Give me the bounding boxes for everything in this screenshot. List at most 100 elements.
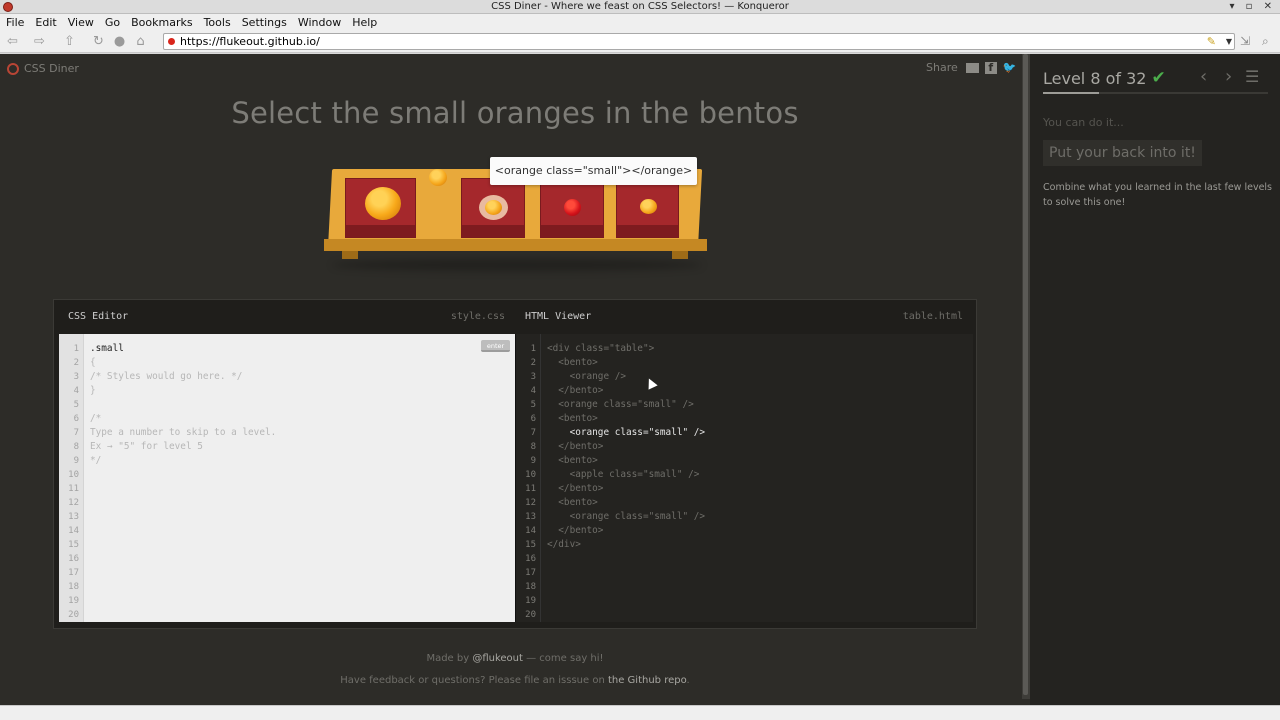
footer-credit: Made by @flukeout — come say hi!	[0, 653, 1030, 664]
code-line: /*	[90, 413, 102, 424]
code-line: <bento>	[547, 455, 598, 466]
line-number: 6	[73, 414, 79, 424]
line-number: 18	[525, 582, 536, 592]
level-menu-icon[interactable]: ☰	[1245, 67, 1259, 86]
encouragement-text: You can do it...	[1043, 116, 1124, 129]
line-number: 19	[525, 596, 536, 606]
url-bar[interactable]: https://flukeout.github.io/ ✎ ▼	[163, 33, 1235, 50]
stop-icon[interactable]: ●	[112, 34, 127, 49]
bento-4[interactable]	[616, 178, 679, 238]
line-number: 11	[525, 484, 536, 494]
line-number: 14	[68, 526, 79, 536]
orange-small-in-bento[interactable]	[640, 199, 657, 214]
line-number: 5	[530, 400, 536, 410]
level-description: Combine what you learned in the last few…	[1043, 182, 1273, 208]
code-line: <orange class="small" />	[547, 399, 694, 410]
menu-settings[interactable]: Settings	[242, 16, 287, 29]
apple-small[interactable]	[564, 199, 581, 216]
line-number: 1	[530, 344, 536, 354]
go-icon[interactable]: ⇲	[1240, 34, 1250, 48]
reload-icon[interactable]: ↻	[91, 34, 106, 49]
line-number: 9	[73, 456, 79, 466]
line-number: 5	[73, 400, 79, 410]
enter-button[interactable]: enter	[481, 340, 510, 352]
menu-tools[interactable]: Tools	[204, 16, 231, 29]
html-viewer-header: HTML Viewer table.html	[516, 300, 973, 334]
app-icon	[3, 2, 13, 12]
line-number: 4	[530, 386, 536, 396]
line-number: 20	[68, 610, 79, 620]
bento-3[interactable]	[540, 178, 604, 238]
menu-view[interactable]: View	[68, 16, 94, 29]
line-number: 4	[73, 386, 79, 396]
line-number: 8	[73, 442, 79, 452]
page: CSS Diner Share f 🐦 Select the small ora…	[0, 54, 1280, 705]
menu-edit[interactable]: Edit	[35, 16, 56, 29]
page-scrollbar[interactable]	[1022, 54, 1030, 699]
twitter-icon[interactable]: 🐦	[1003, 61, 1017, 74]
line-number: 17	[525, 568, 536, 578]
window-titlebar: CSS Diner - Where we feast on CSS Select…	[0, 0, 1280, 14]
next-level-icon[interactable]: ›	[1225, 66, 1232, 87]
bento-2[interactable]	[461, 178, 525, 238]
orange-small-in-bento[interactable]	[485, 200, 502, 215]
line-number: 1	[73, 344, 79, 354]
menu-bookmarks[interactable]: Bookmarks	[131, 16, 192, 29]
css-input[interactable]: .small {/* Styles would go here. */} /* Ty…	[90, 342, 276, 622]
code-line: <bento>	[547, 497, 598, 508]
window-controls[interactable]: ▾ ▫ ✕	[1229, 0, 1276, 14]
clear-url-icon[interactable]: ✎	[1207, 34, 1216, 49]
html-viewer: 1 2 3 4 5 6 7 8 9 10 11 12 13 14 15 16 17 18 19 20 <div cla…	[515, 334, 973, 622]
level-text: Level 8 of 32	[1043, 68, 1147, 88]
code-line: {	[90, 357, 96, 368]
facebook-icon[interactable]: f	[984, 61, 997, 74]
line-number: 7	[530, 428, 536, 438]
home-icon[interactable]: ⌂	[133, 34, 148, 49]
line-number: 2	[530, 358, 536, 368]
orange-small-on-table[interactable]	[429, 169, 447, 186]
line-number: 17	[68, 568, 79, 578]
brand[interactable]: CSS Diner	[7, 62, 79, 75]
menu-help[interactable]: Help	[352, 16, 377, 29]
line-number: 15	[68, 540, 79, 550]
code-line: </bento>	[547, 525, 604, 536]
email-icon[interactable]	[965, 62, 979, 73]
line-number: 8	[530, 442, 536, 452]
menu-file[interactable]: File	[6, 16, 24, 29]
css-editor[interactable]: 1 2 3 4 5 6 7 8 9 10 11 12 13 14 15 16 17 18 19 20 .small{/…	[59, 334, 515, 622]
forward-icon[interactable]: ⇨	[32, 34, 47, 49]
code-line: <bento>	[547, 413, 598, 424]
navigation-toolbar: ⇦ ⇨ ⇧ ↻ ● ⌂ https://flukeout.github.io/ …	[0, 30, 1280, 53]
previous-level-icon[interactable]: ‹	[1200, 66, 1207, 87]
bento-1[interactable]	[345, 178, 416, 238]
menu-window[interactable]: Window	[298, 16, 341, 29]
css-editor-title: CSS Editor	[68, 311, 129, 322]
up-icon[interactable]: ⇧	[62, 34, 77, 49]
scrollbar-thumb[interactable]	[1023, 54, 1028, 695]
line-number: 19	[68, 596, 79, 606]
orange-large[interactable]	[365, 187, 401, 220]
share-label: Share	[926, 61, 958, 74]
line-number: 10	[525, 470, 536, 480]
code-line: Ex → "5" for level 5	[90, 441, 203, 452]
line-number: 13	[68, 512, 79, 522]
url-dropdown-icon[interactable]: ▼	[1226, 34, 1232, 49]
back-icon[interactable]: ⇦	[5, 34, 20, 49]
code-line: /* Styles would go here. */	[90, 371, 243, 382]
flukeout-link[interactable]: @flukeout	[472, 653, 523, 664]
menu-go[interactable]: Go	[105, 16, 120, 29]
line-number: 3	[530, 372, 536, 382]
find-icon[interactable]: ⌕	[1262, 34, 1269, 49]
github-repo-link[interactable]: the Github repo	[608, 675, 687, 686]
html-file-name: table.html	[902, 311, 963, 322]
